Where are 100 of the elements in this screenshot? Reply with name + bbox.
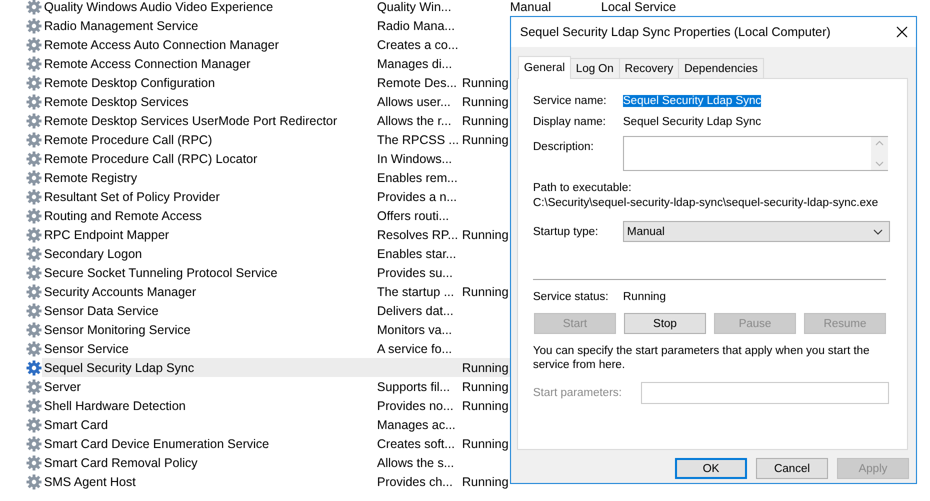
service-row[interactable]: Smart Card Device Enumeration Service Creates soft... Running	[26, 434, 510, 453]
service-row[interactable]: Quality Windows Audio Video Experience Quality Win... Manual Local Service	[26, 0, 721, 16]
gear-icon	[26, 189, 42, 205]
service-description: Allows user...	[377, 94, 452, 108]
scroll-down-icon[interactable]	[875, 161, 884, 167]
path-value: C:\Security\sequel-security-ldap-sync\sequel-security-ldap-sync.exe	[533, 197, 878, 209]
service-row[interactable]: Resultant Set of Policy Provider Provides a n...	[26, 187, 510, 206]
service-row[interactable]: Secondary Logon Enables star...	[26, 244, 510, 263]
dialog-button[interactable]: OK	[675, 458, 747, 479]
service-description: Provides ch...	[377, 474, 454, 488]
gear-icon	[26, 417, 42, 433]
gear-icon	[26, 170, 42, 186]
gear-icon	[26, 151, 42, 167]
service-description: In Windows...	[377, 152, 454, 166]
gear-icon	[26, 246, 42, 262]
service-name: Remote Registry	[43, 170, 138, 184]
service-status: Running	[462, 474, 510, 488]
scroll-up-icon[interactable]	[875, 140, 884, 146]
service-description: Offers routi...	[377, 208, 450, 222]
service-row[interactable]: Sequel Security Ldap Sync Running	[26, 358, 510, 377]
gear-icon	[26, 341, 42, 357]
gear-icon	[26, 208, 42, 224]
service-description: Radio Mana...	[377, 18, 456, 32]
gear-icon	[26, 284, 42, 300]
service-name: Remote Procedure Call (RPC)	[43, 132, 214, 146]
service-row[interactable]: Secure Socket Tunneling Protocol Service Provides su...	[26, 263, 510, 282]
display-name-value: Sequel Security Ldap Sync	[623, 116, 762, 128]
service-name: Remote Desktop Services UserMode Port Redirector	[43, 114, 338, 128]
service-name: Smart Card	[43, 418, 109, 432]
service-row[interactable]: Sensor Monitoring Service Monitors va...	[26, 320, 510, 339]
service-row[interactable]: Sensor Data Service Delivers dat...	[26, 301, 510, 320]
service-row[interactable]: SMS Agent Host Provides ch... Running	[26, 472, 510, 491]
service-status: Running	[462, 360, 510, 374]
service-row[interactable]: Remote Access Auto Connection Manager Creates a co...	[26, 35, 510, 54]
description-field[interactable]	[623, 136, 888, 171]
service-description: Allows the r...	[377, 114, 452, 128]
service-row[interactable]: RPC Endpoint Mapper Resolves RP... Running	[26, 225, 510, 244]
gear-icon	[26, 379, 42, 395]
close-icon[interactable]	[896, 26, 908, 38]
service-name: Resultant Set of Policy Provider	[43, 190, 221, 204]
service-name: Sensor Service	[43, 342, 130, 356]
service-row[interactable]: Remote Desktop Services UserMode Port Redirector Allows the r... Running	[26, 111, 510, 130]
service-row[interactable]: Shell Hardware Detection Provides no... Running	[26, 396, 510, 415]
service-row[interactable]: Server Supports fil... Running	[26, 377, 510, 396]
service-name: Shell Hardware Detection	[43, 398, 187, 412]
service-row[interactable]: Smart Card Removal Policy Allows the s...	[26, 453, 510, 472]
service-status: Running	[462, 398, 510, 412]
tab[interactable]: General	[518, 56, 571, 79]
service-name: Radio Management Service	[43, 18, 200, 32]
startup-type-dropdown[interactable]: Manual	[623, 221, 890, 242]
dialog-button[interactable]: Cancel	[756, 458, 828, 479]
service-name: Security Accounts Manager	[43, 284, 198, 298]
field-label: Path to executable:	[533, 182, 632, 194]
service-status-value: Running	[623, 291, 666, 303]
service-name: Secure Socket Tunneling Protocol Service	[43, 266, 278, 280]
help-text: You can specify the start parameters that apply when you start the service from here.	[533, 344, 870, 372]
service-row[interactable]: Remote Desktop Services Allows user... Running	[26, 92, 510, 111]
service-row[interactable]: Smart Card Manages ac...	[26, 415, 510, 434]
gear-icon	[26, 113, 42, 129]
gear-icon	[26, 322, 42, 338]
service-status: Running	[462, 114, 510, 128]
service-name: Sequel Security Ldap Sync	[43, 360, 196, 374]
service-description: Remote Des...	[377, 76, 458, 90]
service-name: Quality Windows Audio Video Experience	[43, 0, 274, 14]
service-row[interactable]: Remote Procedure Call (RPC) Locator In Windows...	[26, 149, 510, 168]
gear-icon	[26, 56, 42, 72]
gear-icon	[26, 132, 42, 148]
service-description: Manages di...	[377, 56, 454, 70]
field-label: Service status:	[533, 291, 610, 303]
startup-type: Manual	[510, 0, 552, 14]
service-description: Quality Win...	[377, 0, 452, 14]
service-description: Resolves RP...	[377, 228, 460, 242]
service-name: RPC Endpoint Mapper	[43, 228, 170, 242]
service-status: Running	[462, 284, 510, 298]
gear-icon	[26, 398, 42, 414]
service-description: Supports fil...	[377, 380, 451, 394]
gear-icon	[26, 94, 42, 110]
service-row[interactable]: Routing and Remote Access Offers routi...	[26, 206, 510, 225]
service-row[interactable]: Security Accounts Manager The startup ... Running	[26, 282, 510, 301]
service-row[interactable]: Radio Management Service Radio Mana...	[26, 16, 510, 35]
service-row[interactable]: Remote Procedure Call (RPC) The RPCSS ... Running	[26, 130, 510, 149]
gear-icon	[26, 265, 42, 281]
service-control-button[interactable]: Stop	[624, 313, 706, 334]
service-name: Sensor Data Service	[43, 304, 160, 318]
service-name: Remote Access Connection Manager	[43, 56, 252, 70]
gear-icon	[26, 436, 42, 452]
service-status: Running	[462, 436, 510, 450]
gear-icon	[26, 474, 42, 490]
tab[interactable]: Dependencies	[678, 58, 764, 78]
gear-icon	[26, 75, 42, 91]
service-description: Allows the s...	[377, 456, 456, 470]
service-status: Running	[462, 380, 510, 394]
service-row[interactable]: Remote Access Connection Manager Manages di...	[26, 54, 510, 73]
service-name: Routing and Remote Access	[43, 208, 203, 222]
gear-icon	[26, 37, 42, 53]
service-row[interactable]: Sensor Service A service fo...	[26, 339, 510, 358]
service-description: Enables star...	[377, 246, 458, 260]
service-description: Creates a co...	[377, 38, 460, 52]
service-row[interactable]: Remote Desktop Configuration Remote Des... Running	[26, 73, 510, 92]
service-row[interactable]: Remote Registry Enables rem...	[26, 168, 510, 187]
